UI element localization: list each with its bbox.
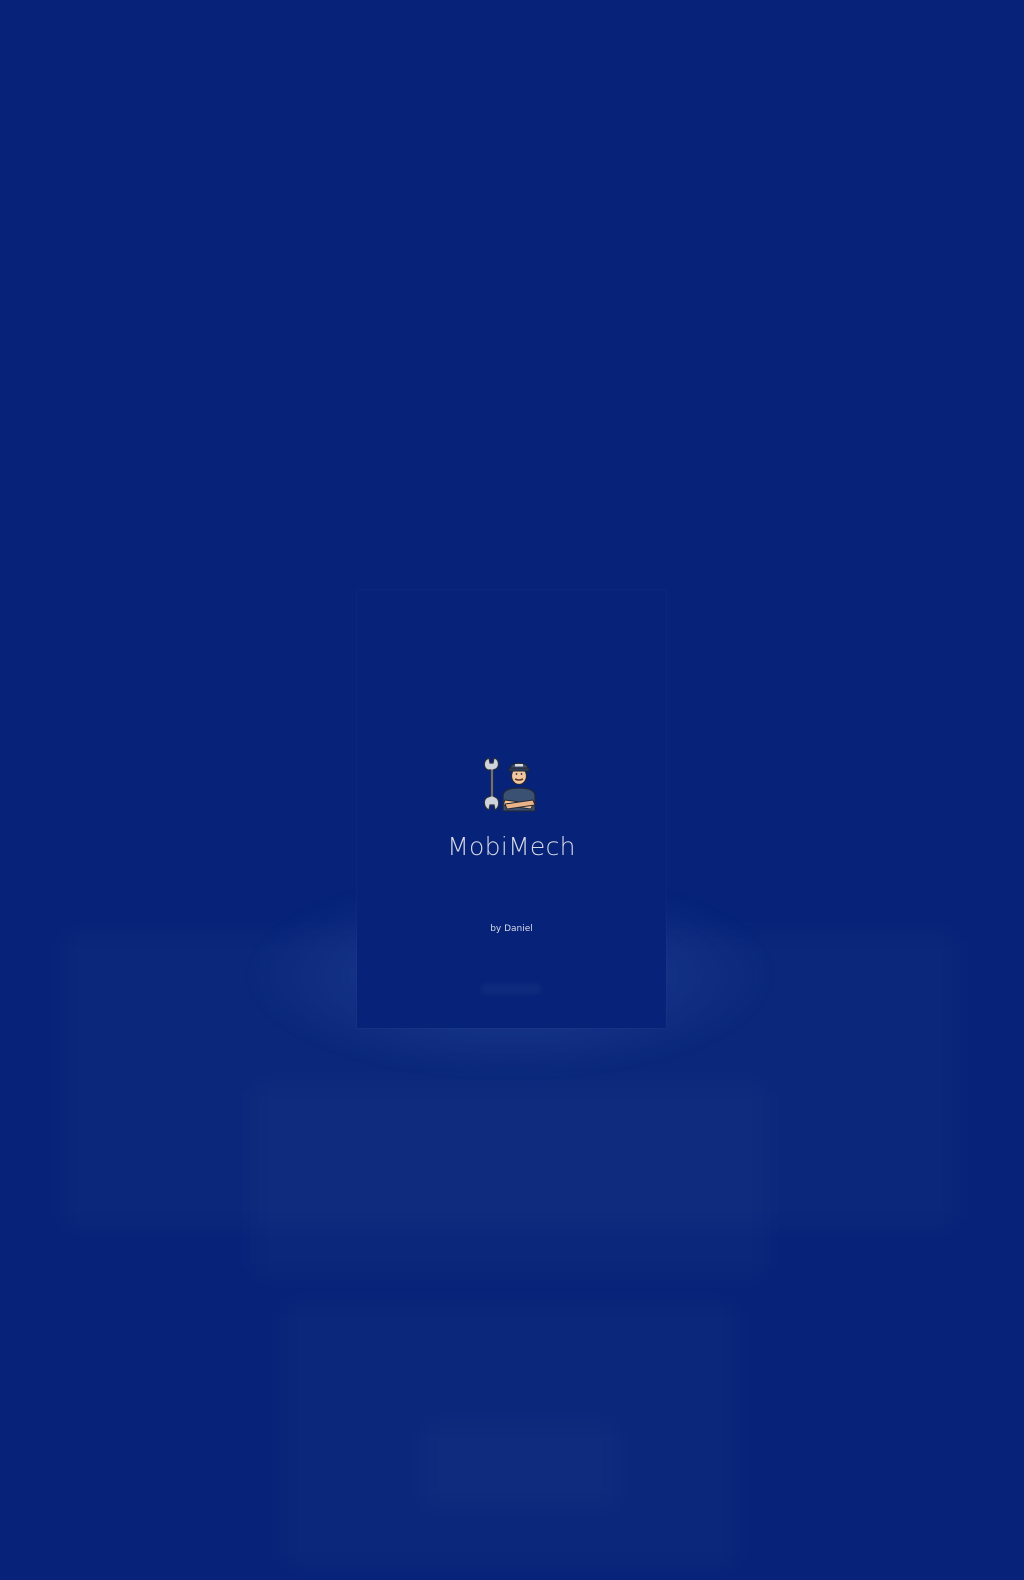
mechanic-with-wrench-icon (483, 757, 536, 812)
author-byline: by Daniel (490, 924, 533, 934)
splash-screen: MobiMech by Daniel (0, 0, 1024, 1580)
background-panel (420, 1420, 620, 1510)
background-panel (250, 1080, 770, 1280)
app-title: MobiMech (447, 832, 576, 861)
loading-indicator (481, 984, 541, 994)
splash-card: MobiMech by Daniel (357, 590, 666, 1028)
